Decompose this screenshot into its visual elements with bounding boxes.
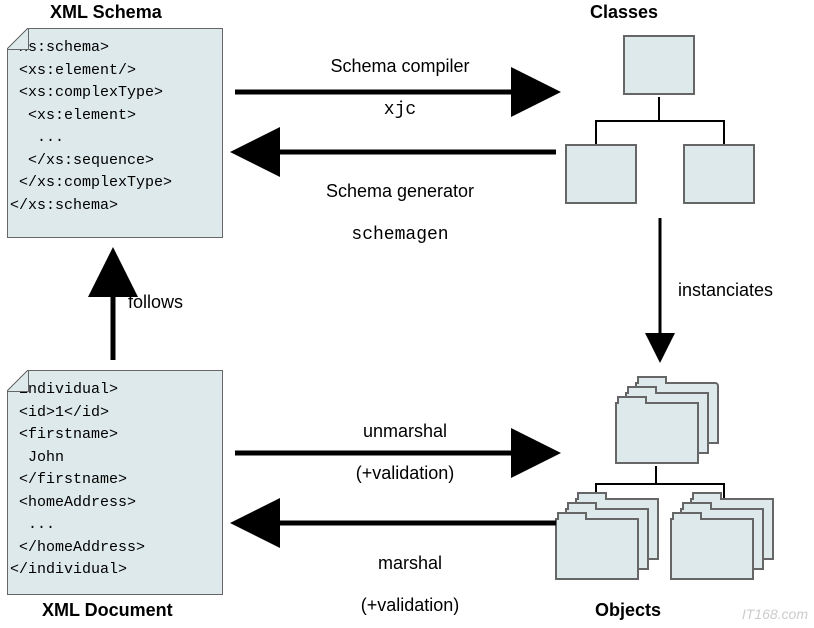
- code-line: John: [10, 447, 220, 470]
- connector-line: [655, 466, 657, 484]
- code-line: <xs:schema>: [10, 37, 220, 60]
- code-line: </homeAddress>: [10, 537, 220, 560]
- code-line: <xs:element>: [10, 105, 220, 128]
- code-line: <firstname>: [10, 424, 220, 447]
- class-box: [683, 144, 755, 204]
- generator-label: Schema generator: [326, 181, 474, 201]
- object-folder: [555, 518, 639, 580]
- dogear-icon: [7, 370, 29, 392]
- label-instanciates: instanciates: [678, 280, 773, 301]
- unmarshal-note: (+validation): [356, 463, 455, 483]
- classes-diagram: [565, 30, 765, 230]
- label-follows: follows: [128, 292, 183, 313]
- title-xml-schema: XML Schema: [50, 2, 162, 23]
- code-line: </xs:sequence>: [10, 150, 220, 173]
- title-objects: Objects: [595, 600, 661, 621]
- connector-line: [658, 97, 660, 121]
- code-line: </firstname>: [10, 469, 220, 492]
- marshal-label: marshal: [378, 553, 442, 573]
- generator-tool: schemagen: [351, 225, 448, 245]
- class-box: [565, 144, 637, 204]
- connector-line: [595, 120, 725, 122]
- code-line: <homeAddress>: [10, 492, 220, 515]
- code-line: <individual>: [10, 379, 220, 402]
- connector-line: [595, 483, 725, 485]
- code-line: ...: [10, 127, 220, 150]
- object-folder: [670, 518, 754, 580]
- label-schema-compiler: Schema compiler xjc: [300, 35, 500, 120]
- title-classes: Classes: [590, 2, 658, 23]
- class-box: [623, 35, 695, 95]
- watermark: IT168.com: [742, 606, 808, 622]
- code-line: </xs:schema>: [10, 195, 220, 218]
- code-line: ...: [10, 514, 220, 537]
- code-line: <xs:complexType>: [10, 82, 220, 105]
- object-folder: [615, 402, 699, 464]
- marshal-note: (+validation): [361, 595, 460, 615]
- xml-document-box: <individual> <id>1</id> <firstname> John…: [7, 370, 223, 595]
- dogear-icon: [7, 28, 29, 50]
- connector-line: [723, 483, 725, 499]
- connector-line: [595, 120, 597, 144]
- objects-diagram: [555, 370, 765, 585]
- connector-line: [723, 120, 725, 144]
- code-line: <id>1</id>: [10, 402, 220, 425]
- title-xml-document: XML Document: [42, 600, 173, 621]
- compiler-tool: xjc: [384, 100, 416, 120]
- label-unmarshal: unmarshal (+validation): [320, 400, 490, 484]
- unmarshal-label: unmarshal: [363, 421, 447, 441]
- xml-schema-box: <xs:schema> <xs:element/> <xs:complexTyp…: [7, 28, 223, 238]
- code-line: </xs:complexType>: [10, 172, 220, 195]
- code-line: <xs:element/>: [10, 60, 220, 83]
- label-marshal: marshal (+validation): [325, 532, 495, 616]
- compiler-label: Schema compiler: [330, 56, 469, 76]
- code-line: </individual>: [10, 559, 220, 582]
- label-schema-generator: Schema generator schemagen: [295, 160, 505, 245]
